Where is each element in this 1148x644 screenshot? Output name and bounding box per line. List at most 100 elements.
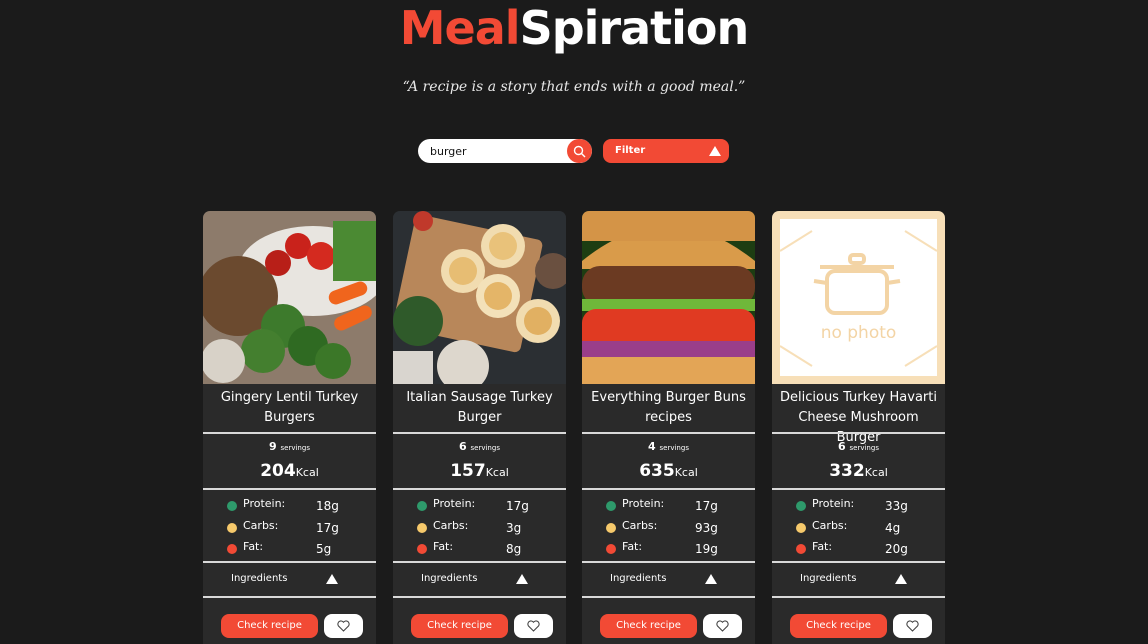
calories: 635Kcal [582,461,755,481]
divider [393,596,566,598]
divider [772,488,945,490]
favorite-button[interactable] [514,614,553,638]
check-recipe-button[interactable]: Check recipe [411,614,508,638]
no-photo-image[interactable] [772,211,945,384]
filter-label: Filter [615,145,646,156]
recipe-card: Gingery Lentil Turkey Burgers 9 servings… [203,211,376,644]
triangle-up-icon[interactable] [895,574,907,584]
carbs-dot-icon [606,523,616,533]
calories: 204Kcal [203,461,376,481]
divider [203,596,376,598]
carbs-dot-icon [417,523,427,533]
search-input[interactable] [418,139,568,163]
ingredients-toggle[interactable]: Ingredients [610,573,666,584]
nutrient-fat: Fat: 20g [796,540,926,556]
filter-button[interactable]: Filter [603,139,729,163]
nutrient-label: Carbs: [433,519,469,532]
fat-dot-icon [417,544,427,554]
nutrient-label: Protein: [243,497,286,510]
nutrient-carbs: Carbs: 93g [606,519,736,535]
triangle-up-icon[interactable] [516,574,528,584]
nutrient-carbs: Carbs: 17g [227,519,357,535]
nutrient-protein: Protein: 18g [227,497,357,513]
nutrient-label: Carbs: [812,519,848,532]
calories-unit: Kcal [674,466,698,479]
favorite-button[interactable] [703,614,742,638]
nutrient-label: Fat: [622,540,643,553]
nutrient-protein: Protein: 17g [606,497,736,513]
servings-unit: servings [280,444,310,452]
calories-value: 204 [260,461,296,481]
logo-part-meal: Meal [399,1,521,55]
calories-value: 332 [829,461,865,481]
triangle-up-icon[interactable] [705,574,717,584]
ingredients-toggle[interactable]: Ingredients [231,573,287,584]
recipe-title: Italian Sausage Turkey Burger [406,390,553,425]
nutrient-protein: Protein: 33g [796,497,926,513]
calories-value: 635 [639,461,675,481]
carbs-dot-icon [796,523,806,533]
protein-dot-icon [796,501,806,511]
servings: 6 servings [772,440,945,453]
check-recipe-button[interactable]: Check recipe [221,614,318,638]
servings-count: 9 [269,440,277,453]
recipe-image[interactable] [393,211,566,384]
calories-unit: Kcal [295,466,319,479]
calories-value: 157 [450,461,486,481]
nutrient-label: Fat: [812,540,833,553]
divider [582,561,755,563]
servings: 6 servings [393,440,566,453]
nutrient-value: 4g [885,521,901,535]
favorite-button[interactable] [324,614,363,638]
servings-count: 4 [648,440,656,453]
recipe-title: Gingery Lentil Turkey Burgers [220,390,359,425]
nutrient-value: 17g [506,499,529,513]
nutrient-value: 93g [695,521,718,535]
ingredients-toggle[interactable]: Ingredients [800,573,856,584]
heart-icon [906,620,919,632]
divider [393,488,566,490]
nutrient-label: Protein: [622,497,665,510]
nutrient-value: 17g [695,499,718,513]
heart-icon [716,620,729,632]
recipe-card: no photo Delicious Turkey Havarti Cheese… [772,211,945,644]
nutrient-fat: Fat: 5g [227,540,357,556]
divider [582,432,755,434]
triangle-up-icon [709,146,721,156]
fat-dot-icon [796,544,806,554]
site-logo[interactable]: MealSpiration [0,2,1148,54]
recipe-card: Everything Burger Buns recipes 4 serving… [582,211,755,644]
nutrient-label: Protein: [433,497,476,510]
search-button[interactable] [567,139,592,163]
triangle-up-icon[interactable] [326,574,338,584]
ingredients-toggle[interactable]: Ingredients [421,573,477,584]
protein-dot-icon [606,501,616,511]
tagline-quote: “A recipe is a story that ends with a go… [402,79,746,95]
nutrient-value: 33g [885,499,908,513]
recipe-image[interactable] [582,211,755,384]
calories-unit: Kcal [864,466,888,479]
logo-part-spiration: Spiration [519,1,750,55]
search-bar [418,139,592,163]
check-recipe-button[interactable]: Check recipe [790,614,887,638]
nutrient-carbs: Carbs: 3g [417,519,547,535]
recipe-title: Everything Burger Buns recipes [591,390,746,425]
calories: 332Kcal [772,461,945,481]
nutrient-value: 3g [506,521,522,535]
check-recipe-button[interactable]: Check recipe [600,614,697,638]
favorite-button[interactable] [893,614,932,638]
nutrient-label: Fat: [433,540,454,553]
servings-unit: servings [659,444,689,452]
nutrient-value: 19g [695,542,718,556]
servings-count: 6 [459,440,467,453]
nutrient-fat: Fat: 19g [606,540,736,556]
calories-unit: Kcal [485,466,509,479]
divider [393,561,566,563]
protein-dot-icon [417,501,427,511]
fat-dot-icon [227,544,237,554]
recipe-image[interactable] [203,211,376,384]
nutrient-label: Carbs: [622,519,658,532]
divider [203,432,376,434]
nutrient-label: Fat: [243,540,264,553]
nutrient-value: 20g [885,542,908,556]
